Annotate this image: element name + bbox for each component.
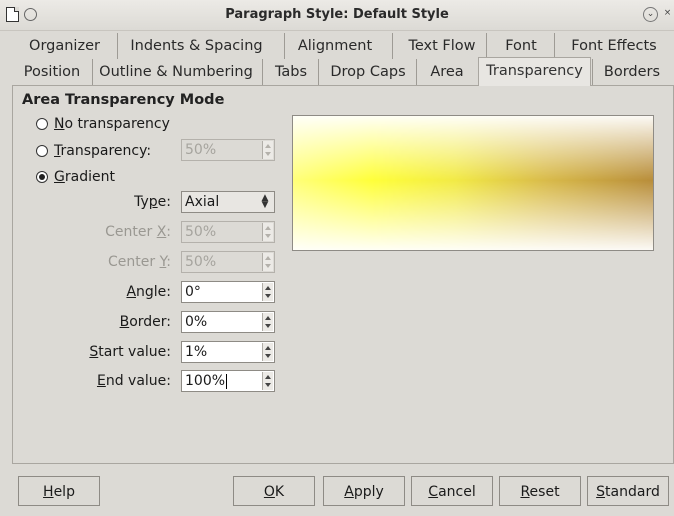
type-value: Axial [185,194,220,210]
gradient-label: Gradient [54,169,115,185]
spin-buttons[interactable] [262,223,273,241]
end-value-field[interactable]: 100% [181,370,275,392]
updown-arrows-icon: ▲ ▼ [261,193,269,210]
tab-borders[interactable]: Borders [592,59,671,85]
tab-area[interactable]: Area [416,59,477,85]
no-transparency-label: No transparency [54,116,170,132]
transparency-percent-field[interactable]: 50% [181,139,275,161]
radio-indicator[interactable] [36,171,48,183]
tab-transparency[interactable]: Transparency [478,57,591,86]
spin-buttons[interactable] [262,141,273,159]
tab-indents-spacing[interactable]: Indents & Spacing [117,33,275,59]
apply-button[interactable]: Apply [323,476,405,506]
tab-font[interactable]: Font [486,33,555,59]
border-label: Border: [119,314,171,330]
tab-row-1: Organizer Indents & Spacing Alignment Te… [12,33,674,60]
close-icon[interactable]: × [661,7,674,20]
center-x-value: 50% [185,224,217,240]
start-value-label: Start value: [89,344,171,360]
tab-drop-caps[interactable]: Drop Caps [318,59,417,85]
tab-alignment[interactable]: Alignment [284,33,385,59]
transparency-label: Transparency: [54,143,152,159]
tab-position[interactable]: Position [12,59,92,85]
type-label: Type: [134,194,171,210]
spin-buttons[interactable] [262,343,273,361]
text-cursor [226,373,228,389]
cancel-button[interactable]: Cancel [411,476,493,506]
angle-field[interactable]: 0° [181,281,275,303]
radio-indicator[interactable] [36,118,48,130]
reset-button[interactable]: Reset [499,476,581,506]
angle-label: Angle: [126,284,171,300]
center-x-label: Center X: [105,224,171,240]
window-title: Paragraph Style: Default Style [225,7,449,22]
start-value-value: 1% [185,344,208,360]
tab-row-2: Position Outline & Numbering Tabs Drop C… [12,57,674,86]
spin-buttons[interactable] [262,372,273,390]
tab-tabs[interactable]: Tabs [262,59,319,85]
center-y-label: Center Y: [108,254,171,270]
tab-font-effects[interactable]: Font Effects [554,33,673,59]
border-value: 0% [185,314,208,330]
spin-buttons[interactable] [262,253,273,271]
tab-outline-numbering[interactable]: Outline & Numbering [92,59,259,85]
title-bar: Paragraph Style: Default Style ⌄ × [0,0,674,31]
tab-text-flow[interactable]: Text Flow [392,33,491,59]
radio-indicator[interactable] [36,145,48,157]
angle-value: 0° [185,284,201,300]
transparency-percent-value: 50% [185,142,217,158]
center-y-field[interactable]: 50% [181,251,275,273]
standard-button[interactable]: Standard [587,476,669,506]
end-value-label: End value: [96,373,171,389]
tab-organizer[interactable]: Organizer [12,33,117,59]
center-x-field[interactable]: 50% [181,221,275,243]
start-value-field[interactable]: 1% [181,341,275,363]
minimize-icon[interactable]: ⌄ [643,7,658,22]
spin-buttons[interactable] [262,313,273,331]
end-value-value: 100% [185,373,228,389]
type-select[interactable]: Axial ▲ ▼ [181,191,275,213]
help-button[interactable]: Help [18,476,100,506]
section-title: Area Transparency Mode [22,92,225,108]
gradient-preview [292,115,654,251]
center-y-value: 50% [185,254,217,270]
ok-button[interactable]: OK [233,476,315,506]
gradient-preview-fill [293,116,653,250]
border-field[interactable]: 0% [181,311,275,333]
spin-buttons[interactable] [262,283,273,301]
